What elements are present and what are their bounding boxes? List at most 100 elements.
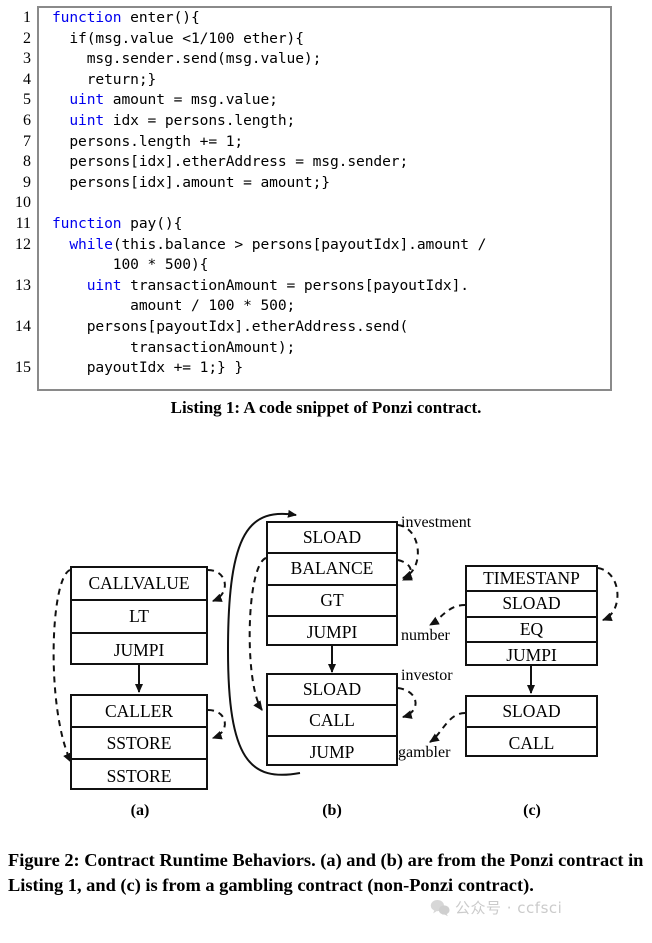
dataflow-arrow-a3: [52, 569, 72, 763]
code-token: payoutIdx += 1;} }: [52, 359, 244, 377]
sublabel-b: (b): [322, 802, 342, 819]
code-line: 100 * 500){: [52, 255, 612, 276]
code-line: while(this.balance > persons[payoutIdx].…: [52, 235, 612, 256]
code-token: persons[idx].amount = amount;}: [52, 173, 330, 191]
code-keyword: uint: [86, 276, 122, 294]
dataflow-arrow-c3: [429, 712, 466, 743]
line-number: 14: [15, 317, 31, 335]
opcode-row: JUMPI: [306, 621, 358, 642]
opcode-row: SLOAD: [467, 697, 596, 728]
code-token: transactionAmount);: [52, 338, 296, 356]
line-number: 1: [23, 9, 31, 26]
opcode-row: SLOAD: [467, 592, 596, 618]
opcode-row: BALANCE: [268, 554, 396, 586]
block-b-2: SLOAD CALL JUMP: [266, 673, 398, 766]
block-a-2: CALLER SSTORE SSTORE: [70, 694, 208, 790]
block-b-1: SLOAD BALANCE GT JUMPI: [266, 521, 398, 646]
opcode-row: GT: [268, 586, 396, 617]
sublabel-a: (a): [130, 802, 150, 819]
opcode-row: JUMPI: [113, 640, 165, 660]
block-a-1: CALLVALUE LT JUMPI: [70, 566, 208, 665]
opcode-row: SLOAD: [268, 675, 396, 706]
code-line: transactionAmount);: [52, 338, 612, 359]
code-token: amount / 100 * 500;: [52, 297, 296, 315]
line-number: 13: [15, 276, 31, 294]
code-line: uint idx = persons.length;: [52, 111, 612, 132]
wechat-icon: [430, 899, 450, 916]
opcode-row: EQ: [467, 618, 596, 643]
code-line: return;}: [52, 70, 612, 91]
code-listing: 1 2 3 4 5 6 7 8 9 10 11 12 13 14 15 func…: [0, 0, 652, 400]
code-token: pay(){: [121, 214, 183, 232]
opcode-row: CALLER: [72, 696, 206, 728]
dataflow-arrow-b1: [397, 524, 419, 580]
code-token: persons[payoutIdx].etherAddress.send(: [52, 317, 409, 335]
edge-label-number: number: [401, 627, 450, 644]
code-token: amount = msg.value;: [104, 91, 278, 109]
edge-label-investor: investor: [401, 667, 453, 684]
opcode-row: SLOAD: [268, 523, 396, 555]
opcode-row: JUMP: [309, 742, 355, 762]
code-line: msg.sender.send(msg.value);: [52, 49, 612, 70]
code-token: enter(){: [121, 9, 200, 26]
sublabel-c: (c): [523, 802, 541, 819]
dataflow-arrow-c1: [597, 567, 619, 621]
code-token: persons[idx].etherAddress = msg.sender;: [52, 153, 409, 171]
line-number-gutter: 1 2 3 4 5 6 7 8 9 10 11 12 13 14 15: [0, 8, 34, 379]
code-token: (this.balance > persons[payoutIdx].amoun…: [112, 235, 487, 253]
watermark-text: 公众号 · ccfsci: [455, 899, 563, 917]
code-line: persons.length += 1;: [52, 132, 612, 153]
line-number: 5: [23, 91, 31, 109]
code-line: function enter(){: [52, 8, 612, 29]
line-number: 7: [23, 132, 31, 150]
block-c-1: TIMESTANP SLOAD EQ JUMPI: [465, 565, 598, 666]
code-line: if(msg.value <1/100 ether){: [52, 29, 612, 50]
line-number: 3: [23, 50, 31, 68]
line-number: 9: [23, 173, 31, 191]
code-token: return;}: [52, 70, 157, 88]
code-token: msg.sender.send(msg.value);: [52, 50, 322, 68]
code-line: uint transactionAmount = persons[payoutI…: [52, 276, 612, 297]
code-line: persons[idx].amount = amount;}: [52, 173, 612, 194]
dataflow-arrow-b3: [397, 687, 417, 719]
code-token: persons.length += 1;: [52, 132, 244, 150]
dataflow-arrow-a1: [207, 569, 226, 602]
block-c-2: SLOAD CALL: [465, 695, 598, 757]
line-number: 8: [23, 153, 31, 171]
dataflow-arrow-b4: [248, 557, 267, 711]
opcode-row: CALL: [268, 706, 396, 737]
code-token: idx = persons.length;: [104, 111, 296, 129]
code-line: persons[payoutIdx].etherAddress.send(: [52, 317, 612, 338]
code-keyword: while: [69, 235, 113, 253]
code-text: function enter(){ if(msg.value <1/100 et…: [52, 8, 612, 379]
watermark: 公众号 · ccfsci: [430, 897, 562, 918]
line-number: 4: [23, 70, 31, 88]
line-number: 11: [15, 214, 31, 232]
opcode-row: JUMPI: [506, 644, 557, 665]
dataflow-arrow-c2: [429, 604, 466, 626]
code-keyword: function: [52, 9, 122, 26]
opcode-row: LT: [72, 601, 206, 634]
line-number: 6: [23, 111, 31, 129]
opcode-row: SSTORE: [72, 728, 206, 760]
code-token: transactionAmount = persons[payoutIdx].: [121, 276, 469, 294]
code-line: amount / 100 * 500;: [52, 296, 612, 317]
code-line: payoutIdx += 1;} }: [52, 358, 612, 379]
listing-caption: Listing 1: A code snippet of Ponzi contr…: [170, 398, 482, 417]
opcode-row: CALL: [508, 733, 555, 753]
dataflow-arrow-a2: [207, 709, 226, 740]
opcode-row: SSTORE: [106, 765, 172, 786]
code-token: if(msg.value <1/100 ether){: [52, 29, 304, 47]
figure-caption: Figure 2: Contract Runtime Behaviors. (a…: [8, 850, 644, 895]
code-token: 100 * 500){: [52, 256, 209, 274]
code-keyword: function: [52, 214, 122, 232]
code-line: uint amount = msg.value;: [52, 90, 612, 111]
code-line: persons[idx].etherAddress = msg.sender;: [52, 152, 612, 173]
edge-label-investment: investment: [401, 514, 472, 531]
edge-label-gambler: gambler: [398, 744, 451, 761]
